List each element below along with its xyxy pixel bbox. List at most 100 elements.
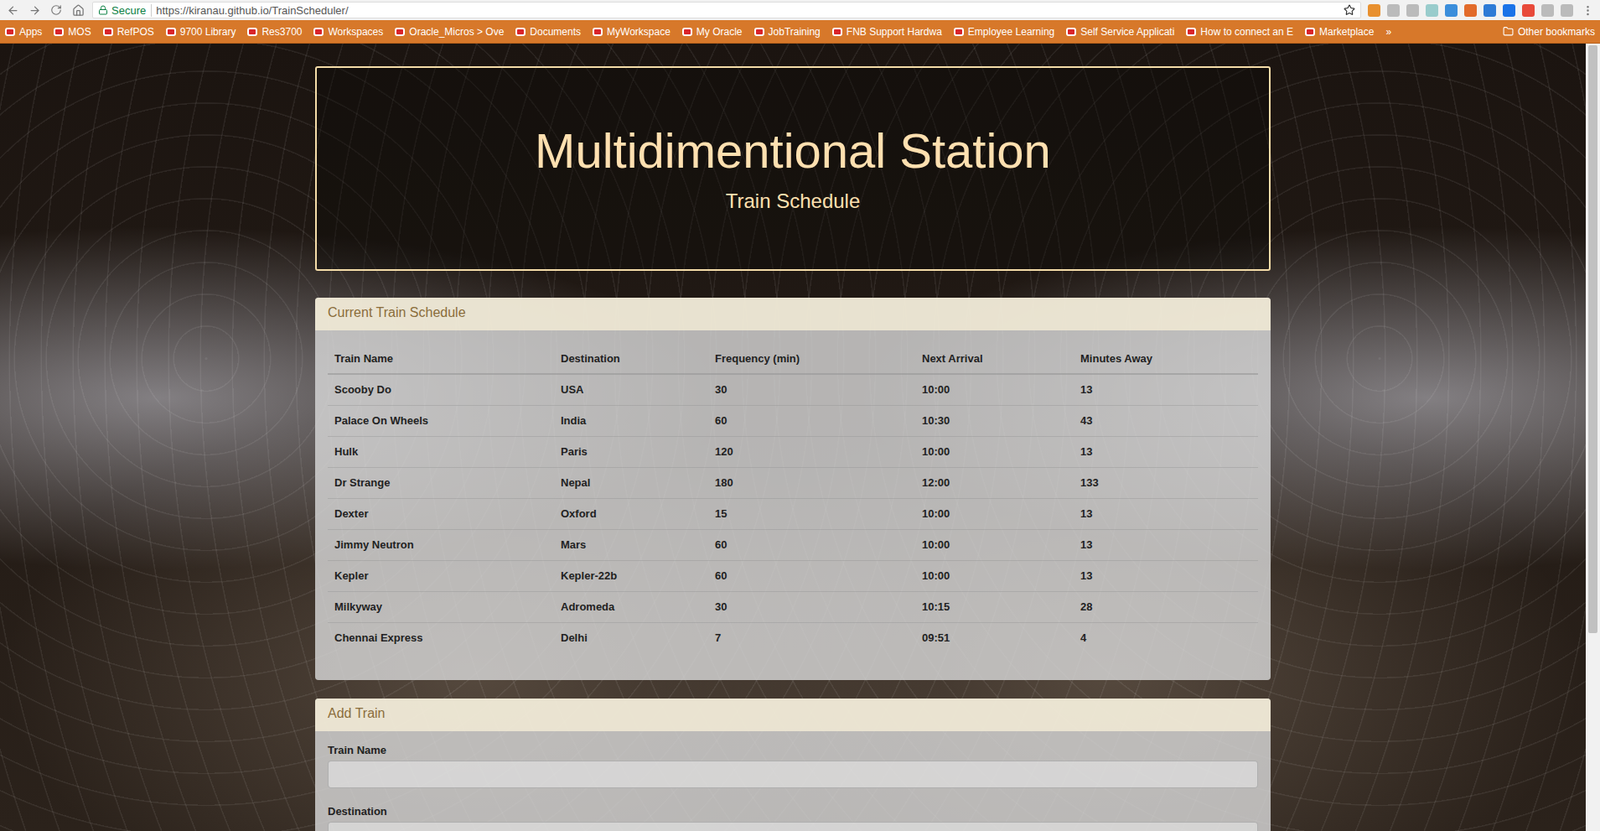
table-cell: Dexter [327, 497, 555, 529]
bookmark[interactable]: My Oracle [682, 25, 743, 38]
bookmark-icon [592, 27, 603, 37]
table-cell: 7 [708, 621, 916, 653]
field-label: Train Name [327, 743, 1259, 756]
table-row: KeplerKepler-22b6010:0013 [327, 559, 1259, 591]
table-cell: 4 [1073, 621, 1259, 653]
bookmark-icon [5, 27, 16, 37]
extension-icon[interactable] [1560, 4, 1574, 17]
table-cell: Nepal [554, 466, 709, 498]
column-header: Next Arrival [915, 342, 1074, 374]
table-cell: Hulk [327, 435, 555, 467]
extension-icon[interactable] [1444, 4, 1458, 17]
table-row: MilkywayAdromeda3010:1528 [327, 590, 1259, 622]
bookmark[interactable]: Workspaces [313, 25, 384, 38]
bookmark-icon [394, 27, 405, 37]
other-bookmarks[interactable]: Other bookmarks [1502, 25, 1595, 38]
bookmark[interactable]: RefPOS [103, 25, 155, 38]
star-icon[interactable] [1343, 4, 1356, 16]
table-cell: India [554, 404, 709, 436]
extension-icon[interactable] [1464, 4, 1477, 17]
panel-heading: Current Train Schedule [315, 297, 1271, 331]
table-cell: Chennai Express [327, 621, 555, 653]
extension-icon[interactable] [1425, 4, 1439, 17]
bookmark-icon [103, 27, 114, 37]
table-cell: 10:30 [915, 404, 1074, 436]
bookmark-icon [682, 27, 693, 37]
bookmark[interactable]: MOS [53, 25, 91, 38]
column-header: Minutes Away [1073, 342, 1259, 374]
table-cell: 10:00 [915, 559, 1074, 591]
table-cell: 10:00 [915, 528, 1074, 560]
extension-icon[interactable] [1522, 4, 1535, 17]
browser-toolbar: Securehttps://kiranau.github.io/TrainSch… [0, 0, 1600, 21]
table-row: Dr StrangeNepal18012:00133 [327, 466, 1259, 498]
extension-icon[interactable] [1483, 4, 1497, 17]
field-input[interactable] [327, 821, 1259, 831]
add-train-panel: Add Train Train Name Destination [315, 698, 1271, 831]
extension-icon[interactable] [1387, 4, 1400, 17]
menu-icon[interactable] [1579, 4, 1595, 17]
field-input[interactable] [327, 760, 1259, 788]
table-row: Chennai ExpressDelhi709:514 [327, 621, 1259, 653]
bookmark-icon [515, 27, 526, 37]
reload-icon[interactable] [48, 4, 64, 16]
table-cell: Jimmy Neutron [327, 528, 555, 560]
bookmark-icon [165, 27, 177, 37]
bookmark-icon [313, 27, 324, 37]
table-row: Scooby DoUSA3010:0013 [327, 373, 1259, 405]
bookmark-icon [832, 27, 843, 37]
schedule-table: Train NameDestinationFrequency (min)Next… [327, 342, 1259, 653]
column-header: Destination [554, 342, 709, 374]
bookmarks-overflow[interactable]: » [1385, 25, 1392, 38]
table-cell: 13 [1073, 435, 1259, 467]
bookmark[interactable]: MyWorkspace [592, 25, 671, 38]
table-cell: 10:00 [915, 497, 1074, 529]
panel-heading: Add Train [315, 698, 1271, 731]
page: Multidimentional StationTrain ScheduleCu… [0, 43, 1586, 831]
table-cell: 10:15 [915, 590, 1074, 622]
home-icon[interactable] [70, 4, 86, 17]
table-cell: 13 [1073, 559, 1259, 591]
back-icon[interactable] [5, 4, 21, 17]
address-bar[interactable]: Securehttps://kiranau.github.io/TrainSch… [92, 1, 1362, 19]
bookmarks-bar: Apps MOS RefPOS 9700 Library Res3700 Workspac… [0, 20, 1600, 44]
bookmark[interactable]: Oracle_Micros > Ove [394, 25, 504, 38]
extension-icon[interactable] [1541, 4, 1554, 17]
bookmark[interactable]: Res3700 [247, 25, 302, 38]
folder-icon [1502, 25, 1514, 37]
extension-icon[interactable] [1406, 4, 1419, 17]
table-cell: 28 [1073, 590, 1259, 622]
form-field: Destination [327, 804, 1259, 831]
bookmark[interactable]: Self Service Applicati [1066, 25, 1175, 38]
table-cell: 09:51 [915, 621, 1074, 653]
table-cell: 13 [1073, 528, 1259, 560]
bookmark[interactable]: 9700 Library [165, 25, 237, 38]
table-cell: Kepler [327, 559, 555, 591]
bookmark-icon [1066, 27, 1077, 37]
extension-icon[interactable] [1367, 4, 1381, 17]
bookmark-icon [953, 27, 964, 37]
url[interactable]: https://kiranau.github.io/TrainScheduler… [155, 4, 1340, 17]
table-row: HulkParis12010:0013 [327, 435, 1259, 467]
bookmark-icon [1304, 27, 1316, 37]
extension-icon[interactable] [1502, 4, 1516, 17]
bookmark[interactable]: Marketplace [1304, 25, 1374, 38]
scrollbar[interactable] [1585, 43, 1600, 831]
column-header: Train Name [327, 342, 555, 374]
forward-icon[interactable] [26, 4, 42, 17]
scrollbar-thumb[interactable] [1588, 45, 1598, 633]
table-cell: 15 [708, 497, 916, 529]
bookmark[interactable]: Apps [5, 25, 42, 38]
table-cell: Adromeda [554, 590, 709, 622]
table-cell: 60 [708, 528, 916, 560]
secure-badge[interactable]: Secure [98, 4, 152, 17]
table-cell: 180 [708, 466, 916, 498]
bookmark[interactable]: Employee Learning [953, 25, 1055, 38]
bookmark-icon [53, 27, 64, 37]
bookmark[interactable]: JobTraining [754, 25, 821, 38]
bookmark[interactable]: How to connect an E [1185, 25, 1294, 38]
bookmark[interactable]: Documents [515, 25, 581, 38]
bookmark[interactable]: FNB Support Hardwa [832, 25, 943, 38]
table-row: Palace On WheelsIndia6010:3043 [327, 404, 1259, 436]
table-cell: Kepler-22b [554, 559, 709, 591]
